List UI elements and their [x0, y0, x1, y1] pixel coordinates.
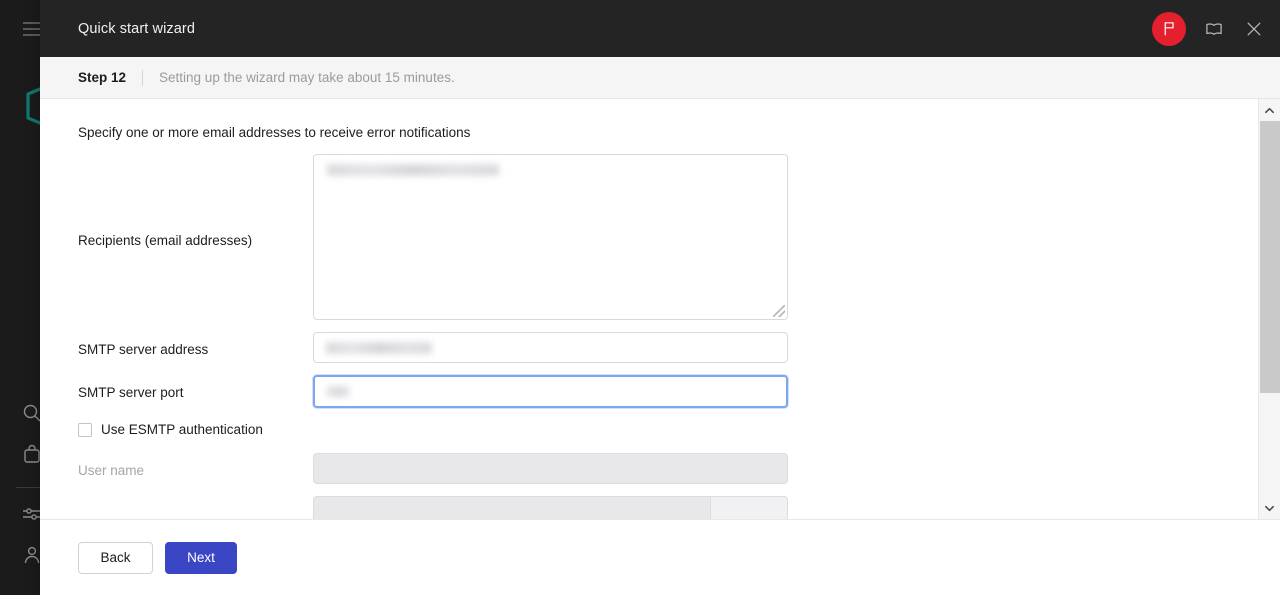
- form-container: Specify one or more email addresses to r…: [40, 99, 1258, 519]
- book-icon: [1206, 22, 1222, 35]
- manual-button[interactable]: [1202, 17, 1226, 41]
- recipients-textarea[interactable]: [313, 154, 788, 320]
- use-esmtp-authentication-label[interactable]: Use ESMTP authentication: [101, 422, 263, 437]
- esmtp-authentication-row[interactable]: Use ESMTP authentication: [78, 422, 1258, 437]
- use-esmtp-authentication-checkbox[interactable]: [78, 422, 92, 437]
- close-button[interactable]: [1242, 17, 1266, 41]
- field-row-smtp-server-address: SMTP server address: [78, 332, 1258, 363]
- user-name-input[interactable]: [313, 453, 788, 484]
- password-label: [78, 496, 313, 505]
- hamburger-icon[interactable]: [23, 22, 41, 36]
- modal-title: Quick start wizard: [78, 20, 196, 37]
- step-note: Setting up the wizard may take about 15 …: [159, 70, 455, 85]
- quick-start-wizard-modal: Quick start wizard Step 12 Setting up th…: [40, 0, 1280, 595]
- recipients-label: Recipients (email addresses): [78, 233, 253, 248]
- user-name-label: User name: [78, 463, 145, 478]
- smtp-server-port-redacted-value: [327, 386, 349, 397]
- sidebar-divider: [16, 487, 42, 488]
- password-generate-button[interactable]: [710, 496, 788, 519]
- header-actions: [1152, 0, 1266, 57]
- scroll-down-button[interactable]: [1259, 497, 1280, 519]
- flag-button[interactable]: [1152, 11, 1186, 46]
- next-button[interactable]: Next: [165, 541, 237, 574]
- scroll-up-button[interactable]: [1259, 99, 1280, 121]
- resize-handle-icon[interactable]: [773, 305, 785, 317]
- smtp-server-port-input[interactable]: [313, 375, 788, 408]
- scrollbar-track[interactable]: [1259, 121, 1280, 497]
- field-row-user-name: User name: [78, 453, 1258, 484]
- field-row-password: [78, 496, 1258, 519]
- back-button[interactable]: Back: [78, 541, 153, 574]
- vertical-scrollbar[interactable]: [1258, 99, 1280, 519]
- password-input[interactable]: [313, 496, 710, 519]
- step-label: Step 12: [78, 70, 127, 85]
- smtp-server-address-label: SMTP server address: [78, 342, 209, 357]
- step-strip: Step 12 Setting up the wizard may take a…: [40, 57, 1280, 99]
- chevron-up-icon: [1265, 107, 1274, 113]
- field-row-smtp-server-port: SMTP server port: [78, 375, 1258, 408]
- password-row: [313, 496, 788, 519]
- smtp-server-address-redacted-value: [326, 342, 432, 354]
- field-row-recipients: Recipients (email addresses): [78, 154, 1258, 320]
- smtp-server-port-label: SMTP server port: [78, 385, 184, 400]
- form-heading: Specify one or more email addresses to r…: [78, 125, 471, 140]
- smtp-server-address-input[interactable]: [313, 332, 788, 363]
- modal-body: Specify one or more email addresses to r…: [40, 99, 1280, 520]
- flag-icon: [1164, 22, 1174, 36]
- scrollbar-thumb[interactable]: [1260, 121, 1280, 393]
- modal-footer: Back Next: [40, 520, 1280, 595]
- step-separator: [142, 69, 144, 86]
- recipients-redacted-value: [327, 164, 499, 176]
- modal-header: Quick start wizard: [40, 0, 1280, 57]
- close-icon: [1247, 22, 1261, 35]
- app-sidebar: [0, 0, 54, 595]
- chevron-down-icon: [1265, 505, 1274, 511]
- screen: Quick start wizard Step 12 Setting up th…: [0, 0, 1280, 595]
